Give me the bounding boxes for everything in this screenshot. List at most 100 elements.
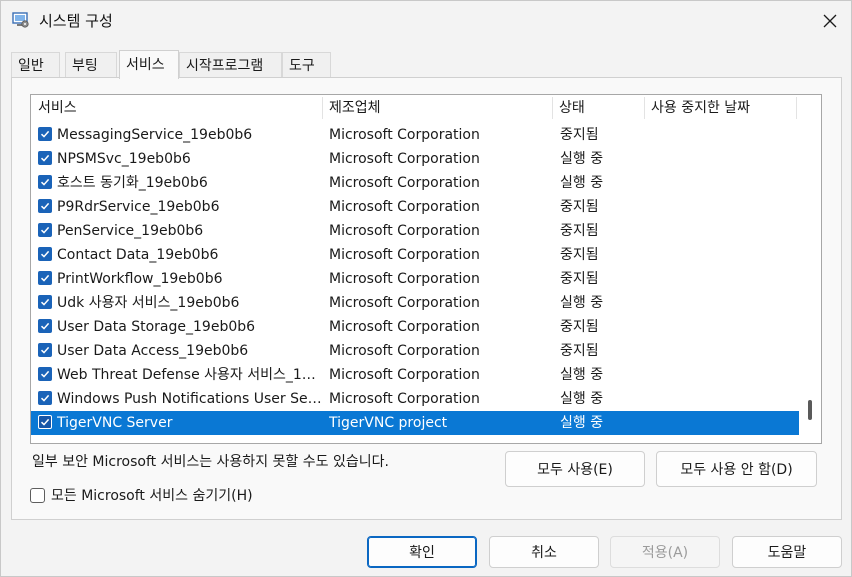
- vertical-scrollbar[interactable]: [801, 95, 821, 443]
- service-checkbox[interactable]: [38, 367, 52, 381]
- checkmark-icon: [40, 298, 50, 306]
- system-config-window: 시스템 구성 일반 부팅 서비스 시작프로그램 도구 서비스 제조업체 상태 사…: [0, 0, 852, 577]
- close-icon: [823, 14, 837, 28]
- checkmark-icon: [40, 370, 50, 378]
- table-row[interactable]: MessagingService_19eb0b6 Microsoft Corpo…: [31, 123, 799, 147]
- service-checkbox[interactable]: [38, 295, 52, 309]
- tab-services[interactable]: 서비스: [119, 50, 179, 79]
- table-row[interactable]: NPSMSvc_19eb0b6 Microsoft Corporation 실행…: [31, 147, 799, 171]
- table-row[interactable]: Udk 사용자 서비스_19eb0b6 Microsoft Corporatio…: [31, 291, 799, 315]
- service-status: 중지됨: [560, 223, 599, 239]
- scrollbar-thumb[interactable]: [808, 400, 812, 420]
- table-row[interactable]: User Data Storage_19eb0b6 Microsoft Corp…: [31, 315, 799, 339]
- service-name: 호스트 동기화_19eb0b6: [57, 175, 208, 191]
- table-row[interactable]: Windows Push Notifications User Service_…: [31, 387, 799, 411]
- service-manufacturer: Microsoft Corporation: [329, 319, 480, 335]
- service-name: Contact Data_19eb0b6: [57, 247, 219, 263]
- enable-all-button[interactable]: 모두 사용(E): [505, 451, 645, 487]
- checkmark-icon: [40, 178, 50, 186]
- service-status: 실행 중: [560, 295, 604, 311]
- service-status: 실행 중: [560, 415, 604, 431]
- hide-microsoft-services-label: 모든 Microsoft 서비스 숨기기(H): [51, 488, 253, 504]
- service-checkbox[interactable]: [38, 127, 52, 141]
- service-name: NPSMSvc_19eb0b6: [57, 151, 191, 167]
- hide-microsoft-services-checkbox[interactable]: 모든 Microsoft 서비스 숨기기(H): [30, 485, 253, 505]
- table-row[interactable]: PenService_19eb0b6 Microsoft Corporation…: [31, 219, 799, 243]
- tab-startup[interactable]: 시작프로그램: [179, 52, 282, 78]
- service-status: 중지됨: [560, 199, 599, 215]
- services-panel: 서비스 제조업체 상태 사용 중지한 날짜 MessagingService_1…: [11, 77, 842, 520]
- help-button[interactable]: 도움말: [732, 536, 842, 568]
- table-row[interactable]: P9RdrService_19eb0b6 Microsoft Corporati…: [31, 195, 799, 219]
- service-checkbox[interactable]: [38, 175, 52, 189]
- column-header-manufacturer[interactable]: 제조업체: [322, 95, 552, 121]
- column-header-service[interactable]: 서비스: [31, 95, 322, 121]
- service-manufacturer: Microsoft Corporation: [329, 391, 480, 407]
- service-manufacturer: Microsoft Corporation: [329, 367, 480, 383]
- ok-button[interactable]: 확인: [367, 536, 477, 568]
- service-manufacturer: Microsoft Corporation: [329, 247, 480, 263]
- checkmark-icon: [40, 322, 50, 330]
- service-name: Windows Push Notifications User Service_…: [57, 391, 322, 407]
- title-bar[interactable]: 시스템 구성: [1, 1, 851, 39]
- service-manufacturer: TigerVNC project: [329, 415, 448, 431]
- services-list[interactable]: 서비스 제조업체 상태 사용 중지한 날짜 MessagingService_1…: [30, 94, 822, 444]
- table-row[interactable]: User Data Access_19eb0b6 Microsoft Corpo…: [31, 339, 799, 363]
- column-header-status[interactable]: 상태: [552, 95, 644, 121]
- checkmark-icon: [40, 250, 50, 258]
- service-manufacturer: Microsoft Corporation: [329, 295, 480, 311]
- service-name: P9RdrService_19eb0b6: [57, 199, 220, 215]
- service-status: 중지됨: [560, 247, 599, 263]
- checkbox-box[interactable]: [30, 487, 45, 503]
- service-manufacturer: Microsoft Corporation: [329, 151, 480, 167]
- checkmark-icon: [40, 130, 50, 138]
- apply-button[interactable]: 적용(A): [610, 536, 720, 568]
- service-status: 실행 중: [560, 175, 604, 191]
- service-checkbox[interactable]: [38, 223, 52, 237]
- msconfig-icon: [12, 12, 29, 28]
- list-header: 서비스 제조업체 상태 사용 중지한 날짜: [31, 95, 799, 121]
- service-name: Web Threat Defense 사용자 서비스_19eb0b6: [57, 367, 322, 383]
- checkmark-icon: [40, 346, 50, 354]
- service-name: PrintWorkflow_19eb0b6: [57, 271, 223, 287]
- tab-tools[interactable]: 도구: [282, 52, 331, 78]
- checkmark-icon: [40, 202, 50, 210]
- service-checkbox[interactable]: [38, 391, 52, 405]
- service-status: 중지됨: [560, 343, 599, 359]
- service-manufacturer: Microsoft Corporation: [329, 271, 480, 287]
- cancel-button[interactable]: 취소: [489, 536, 599, 568]
- table-row[interactable]: 호스트 동기화_19eb0b6 Microsoft Corporation 실행…: [31, 171, 799, 195]
- service-name: Udk 사용자 서비스_19eb0b6: [57, 295, 240, 311]
- checkmark-icon: [40, 274, 50, 282]
- tab-strip: 일반 부팅 서비스 시작프로그램 도구: [11, 50, 841, 79]
- service-checkbox[interactable]: [38, 415, 52, 429]
- service-manufacturer: Microsoft Corporation: [329, 175, 480, 191]
- service-checkbox[interactable]: [38, 319, 52, 333]
- checkmark-icon: [40, 394, 50, 402]
- service-checkbox[interactable]: [38, 247, 52, 261]
- table-row[interactable]: Web Threat Defense 사용자 서비스_19eb0b6 Micro…: [31, 363, 799, 387]
- service-name: User Data Access_19eb0b6: [57, 343, 249, 359]
- table-row[interactable]: PrintWorkflow_19eb0b6 Microsoft Corporat…: [31, 267, 799, 291]
- close-button[interactable]: [809, 3, 851, 39]
- checkmark-icon: [40, 418, 50, 426]
- tab-boot[interactable]: 부팅: [65, 52, 117, 78]
- service-checkbox[interactable]: [38, 271, 52, 285]
- service-checkbox[interactable]: [38, 151, 52, 165]
- column-divider[interactable]: [796, 97, 797, 119]
- disable-all-button[interactable]: 모두 사용 안 함(D): [656, 451, 817, 487]
- table-row-selected[interactable]: TigerVNC Server TigerVNC project 실행 중: [31, 411, 799, 435]
- table-row[interactable]: Contact Data_19eb0b6 Microsoft Corporati…: [31, 243, 799, 267]
- service-status: 실행 중: [560, 367, 604, 383]
- service-name: User Data Storage_19eb0b6: [57, 319, 256, 335]
- service-checkbox[interactable]: [38, 343, 52, 357]
- service-status: 중지됨: [560, 319, 599, 335]
- checkmark-icon: [40, 226, 50, 234]
- service-checkbox[interactable]: [38, 199, 52, 213]
- service-status: 실행 중: [560, 151, 604, 167]
- service-manufacturer: Microsoft Corporation: [329, 343, 480, 359]
- column-header-date-disabled[interactable]: 사용 중지한 날짜: [644, 95, 796, 121]
- service-name: MessagingService_19eb0b6: [57, 127, 253, 143]
- tab-general[interactable]: 일반: [11, 52, 60, 78]
- service-name: TigerVNC Server: [57, 415, 173, 431]
